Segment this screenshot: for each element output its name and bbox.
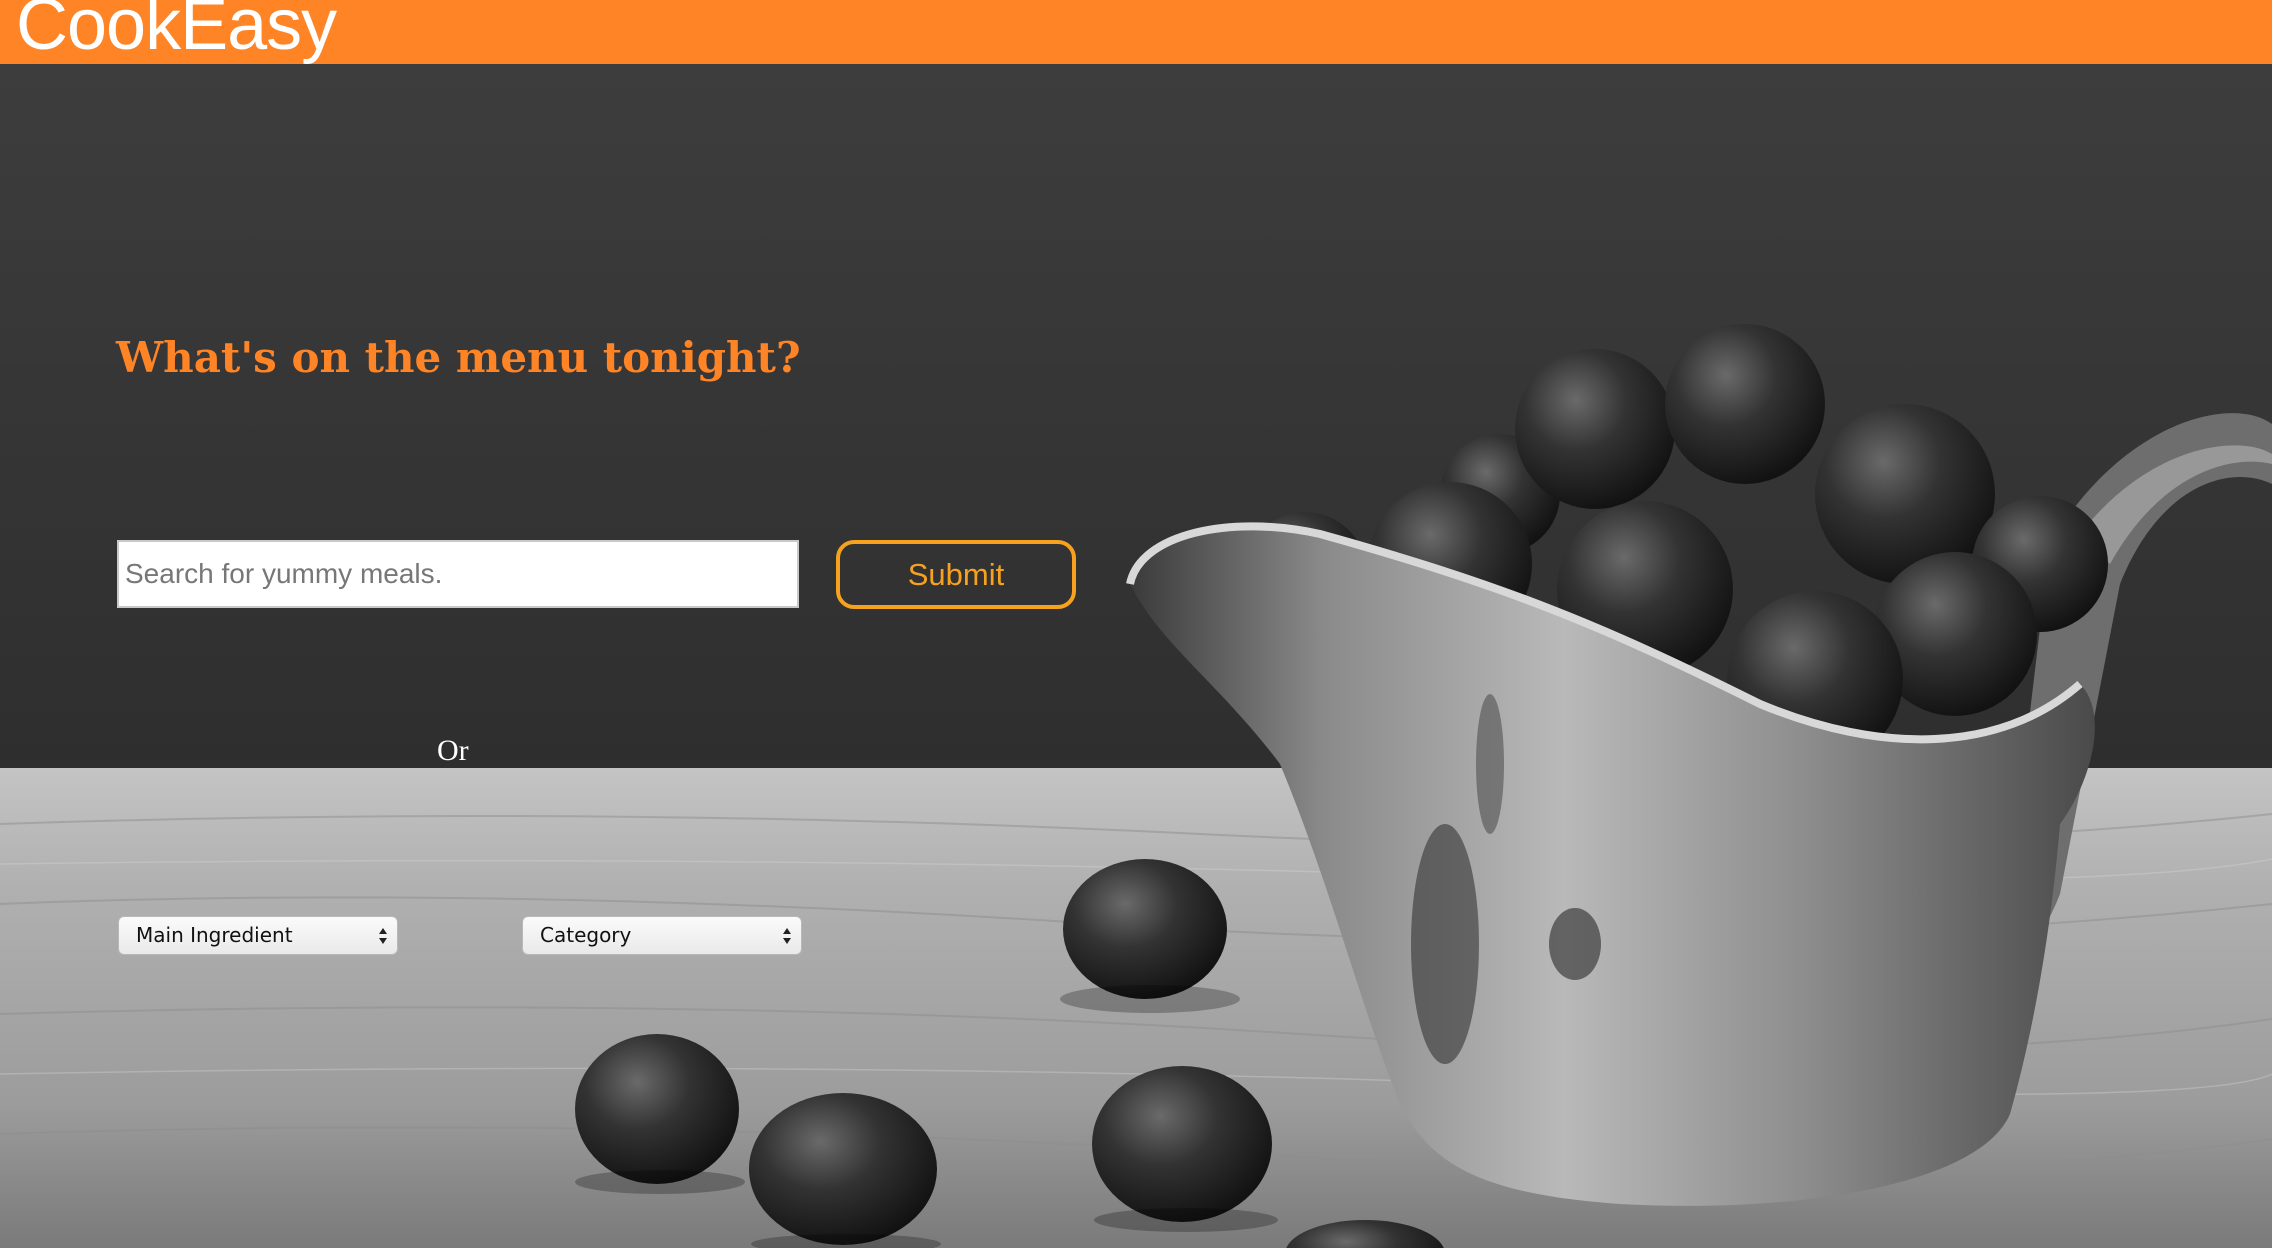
hero-section xyxy=(0,64,2272,1248)
select-arrows-icon xyxy=(783,928,791,944)
category-select[interactable]: Category xyxy=(522,916,802,955)
top-bar: CookEasy xyxy=(0,0,2272,64)
main-ingredient-select[interactable]: Main Ingredient xyxy=(118,916,398,955)
main-ingredient-select-value: Main Ingredient xyxy=(136,923,293,947)
select-arrows-icon xyxy=(379,928,387,944)
or-divider-label: Or xyxy=(437,734,469,767)
search-input[interactable] xyxy=(117,540,799,608)
category-select-value: Category xyxy=(540,923,632,947)
page-headline: What's on the menu tonight? xyxy=(116,333,801,382)
hero-background-image xyxy=(0,64,2272,1248)
site-logo[interactable]: CookEasy xyxy=(16,0,337,64)
submit-button[interactable]: Submit xyxy=(836,540,1076,609)
